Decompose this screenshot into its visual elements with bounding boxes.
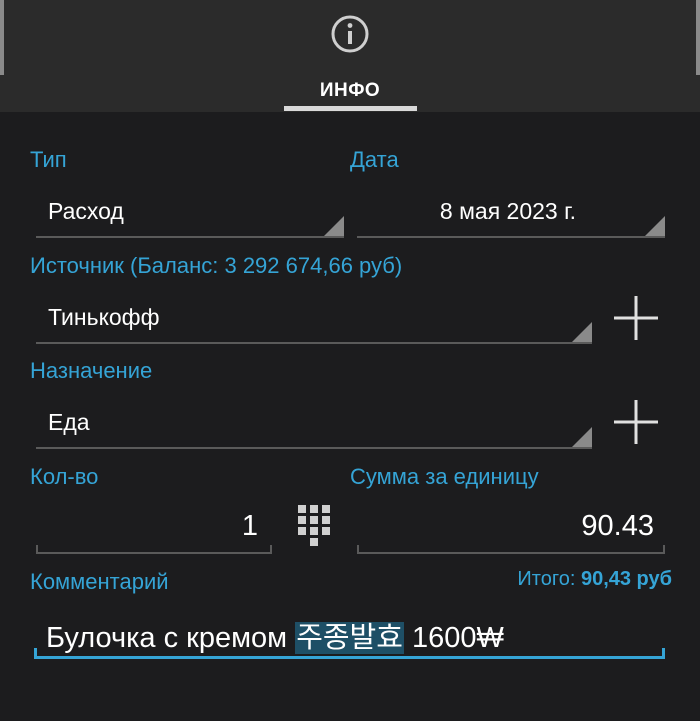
destination-underline — [36, 447, 592, 449]
info-icon — [331, 15, 369, 53]
total-label: Итого: — [517, 568, 576, 590]
unit-price-value: 90.43 — [581, 510, 654, 542]
dropdown-corner-icon — [572, 427, 592, 447]
quantity-underline — [36, 552, 272, 554]
source-label: Источник (Баланс: 3 292 674,66 руб) — [30, 253, 403, 278]
date-underline — [357, 236, 665, 238]
comment-underline-focused — [34, 656, 665, 659]
comment-text-before: Булочка с кремом — [46, 622, 296, 654]
type-label: Тип — [30, 147, 67, 172]
quantity-value: 1 — [241, 510, 258, 542]
dropdown-corner-icon — [324, 216, 344, 236]
comment-underline-cap-right — [662, 648, 665, 659]
destination-value: Еда — [48, 409, 90, 435]
comment-text: Булочка с кремом 주종발효 1600₩ — [46, 614, 504, 656]
source-underline — [36, 342, 592, 344]
scroll-edge-left — [0, 0, 4, 75]
tab-bar: ИНФО — [0, 0, 700, 112]
total-summary: Итого: 90,43 руб — [517, 568, 672, 591]
source-value: Тинькофф — [48, 304, 160, 330]
type-value: Расход — [48, 198, 124, 224]
unit-price-underline-cap-right — [663, 545, 665, 554]
unit-price-underline — [357, 552, 665, 554]
add-source-button[interactable] — [614, 296, 658, 340]
dropdown-corner-icon — [572, 322, 592, 342]
total-value: 90,43 руб — [580, 568, 672, 590]
quantity-underline-cap-right — [270, 545, 272, 554]
quantity-underline-cap-left — [36, 545, 38, 554]
unit-price-label: Сумма за единицу — [350, 464, 539, 489]
add-destination-button[interactable] — [614, 400, 658, 444]
comment-label: Комментарий — [30, 569, 169, 594]
tab-active-indicator — [284, 106, 417, 111]
scroll-edge-right — [696, 0, 700, 75]
keypad-icon[interactable] — [297, 504, 331, 548]
destination-label: Назначение — [30, 358, 153, 383]
quantity-label: Кол-во — [30, 464, 99, 489]
comment-text-selected: 주종발효 — [295, 622, 404, 654]
date-value: 8 мая 2023 г. — [439, 198, 577, 224]
comment-underline-cap-left — [34, 648, 37, 659]
type-underline — [36, 236, 344, 238]
comment-text-after: 1600₩ — [403, 622, 504, 654]
date-label: Дата — [350, 147, 399, 172]
unit-price-underline-cap-left — [357, 545, 359, 554]
dropdown-corner-icon — [645, 216, 665, 236]
tab-info-label: ИНФО — [319, 80, 381, 101]
